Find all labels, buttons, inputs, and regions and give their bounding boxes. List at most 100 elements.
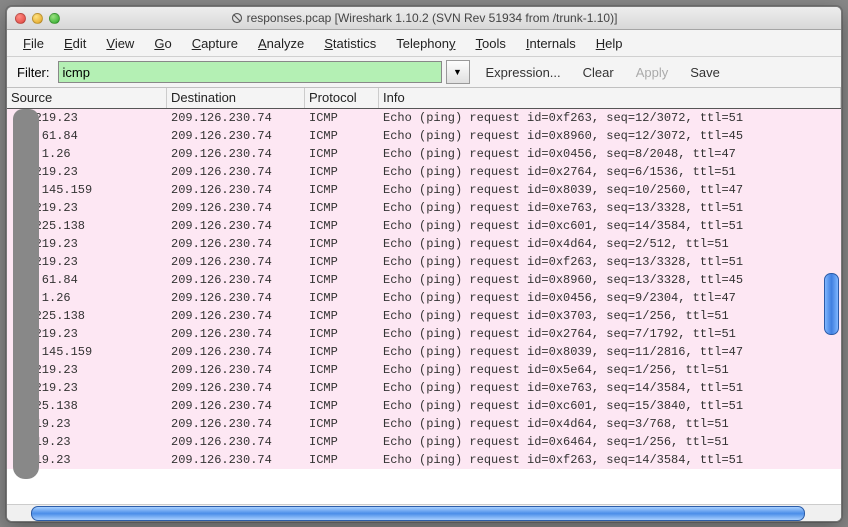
cell-destination: 209.126.230.74 — [167, 199, 305, 217]
cell-source: 47.225.138 — [9, 217, 167, 235]
horizontal-scrollbar[interactable] — [31, 506, 805, 521]
cell-protocol: ICMP — [305, 451, 379, 469]
menu-view[interactable]: View — [98, 33, 142, 54]
minimize-button[interactable] — [32, 13, 43, 24]
header-source[interactable]: Source — [7, 88, 167, 108]
cell-source: .88.1.26 — [9, 145, 167, 163]
cell-source: .3.219.23 — [9, 163, 167, 181]
cell-destination: 209.126.230.74 — [167, 307, 305, 325]
table-row[interactable]: 3.219.23209.126.230.74ICMPEcho (ping) re… — [7, 433, 841, 451]
cell-source: .3.219.23 — [9, 199, 167, 217]
traffic-lights — [15, 13, 60, 24]
menubar: File Edit View Go Capture Analyze Statis… — [7, 30, 841, 57]
table-row[interactable]: .3.219.23209.126.230.74ICMPEcho (ping) r… — [7, 325, 841, 343]
app-icon — [231, 12, 243, 24]
cell-destination: 209.126.230.74 — [167, 109, 305, 127]
table-row[interactable]: .3.219.23209.126.230.74ICMPEcho (ping) r… — [7, 379, 841, 397]
cell-protocol: ICMP — [305, 145, 379, 163]
cell-protocol: ICMP — [305, 127, 379, 145]
menu-tools[interactable]: Tools — [468, 33, 514, 54]
menu-help[interactable]: Help — [588, 33, 631, 54]
menu-go[interactable]: Go — [146, 33, 179, 54]
clear-button[interactable]: Clear — [577, 63, 620, 82]
cell-source: 3.219.23 — [9, 433, 167, 451]
table-row[interactable]: .3.219.23209.126.230.74ICMPEcho (ping) r… — [7, 253, 841, 271]
cell-destination: 209.126.230.74 — [167, 289, 305, 307]
cell-destination: 209.126.230.74 — [167, 217, 305, 235]
table-row[interactable]: 3.219.23209.126.230.74ICMPEcho (ping) re… — [7, 415, 841, 433]
table-row[interactable]: .3.219.23209.126.230.74ICMPEcho (ping) r… — [7, 163, 841, 181]
cell-protocol: ICMP — [305, 433, 379, 451]
table-row[interactable]: 47.225.138209.126.230.74ICMPEcho (ping) … — [7, 217, 841, 235]
filter-dropdown-button[interactable]: ▼ — [446, 60, 470, 84]
table-row[interactable]: 114.145.159209.126.230.74ICMPEcho (ping)… — [7, 181, 841, 199]
menu-analyze[interactable]: Analyze — [250, 33, 312, 54]
cell-source: .12.61.84 — [9, 127, 167, 145]
menu-statistics[interactable]: Statistics — [316, 33, 384, 54]
cell-info: Echo (ping) request id=0xf263, seq=13/33… — [379, 253, 841, 271]
expression-button[interactable]: Expression... — [480, 63, 567, 82]
close-button[interactable] — [15, 13, 26, 24]
cell-info: Echo (ping) request id=0xe763, seq=14/35… — [379, 379, 841, 397]
menu-internals[interactable]: Internals — [518, 33, 584, 54]
table-row[interactable]: .3.219.23209.126.230.74ICMPEcho (ping) r… — [7, 199, 841, 217]
menu-capture[interactable]: Capture — [184, 33, 246, 54]
menu-file[interactable]: File — [15, 33, 52, 54]
cell-protocol: ICMP — [305, 235, 379, 253]
menu-telephony[interactable]: Telephony — [388, 33, 463, 54]
menu-edit[interactable]: Edit — [56, 33, 94, 54]
header-destination[interactable]: Destination — [167, 88, 305, 108]
cell-info: Echo (ping) request id=0x0456, seq=8/204… — [379, 145, 841, 163]
cell-protocol: ICMP — [305, 379, 379, 397]
filter-input[interactable] — [58, 61, 442, 83]
cell-destination: 209.126.230.74 — [167, 127, 305, 145]
cell-protocol: ICMP — [305, 289, 379, 307]
cell-info: Echo (ping) request id=0xc601, seq=14/35… — [379, 217, 841, 235]
cell-info: Echo (ping) request id=0x0456, seq=9/230… — [379, 289, 841, 307]
table-row[interactable]: .12.61.84209.126.230.74ICMPEcho (ping) r… — [7, 271, 841, 289]
table-row[interactable]: .88.1.26209.126.230.74ICMPEcho (ping) re… — [7, 289, 841, 307]
filter-toolbar: Filter: ▼ Expression... Clear Apply Save — [7, 57, 841, 88]
table-row[interactable]: 7.225.138209.126.230.74ICMPEcho (ping) r… — [7, 397, 841, 415]
horizontal-scrollbar-track — [7, 504, 841, 521]
cell-info: Echo (ping) request id=0x8960, seq=12/30… — [379, 127, 841, 145]
cell-info: Echo (ping) request id=0x8039, seq=11/28… — [379, 343, 841, 361]
vertical-scrollbar[interactable] — [824, 273, 839, 335]
table-row[interactable]: .3.219.23209.126.230.74ICMPEcho (ping) r… — [7, 361, 841, 379]
table-row[interactable]: .3.219.23209.126.230.74ICMPEcho (ping) r… — [7, 109, 841, 127]
cell-source: .88.1.26 — [9, 289, 167, 307]
cell-destination: 209.126.230.74 — [167, 451, 305, 469]
cell-source: .3.219.23 — [9, 361, 167, 379]
cell-source: 114.145.159 — [9, 181, 167, 199]
titlebar: responses.pcap [Wireshark 1.10.2 (SVN Re… — [7, 7, 841, 30]
cell-info: Echo (ping) request id=0xc601, seq=15/38… — [379, 397, 841, 415]
cell-source: .12.61.84 — [9, 271, 167, 289]
cell-protocol: ICMP — [305, 307, 379, 325]
cell-protocol: ICMP — [305, 253, 379, 271]
cell-protocol: ICMP — [305, 199, 379, 217]
table-row[interactable]: 47.225.138209.126.230.74ICMPEcho (ping) … — [7, 307, 841, 325]
cell-protocol: ICMP — [305, 163, 379, 181]
table-row[interactable]: 114.145.159209.126.230.74ICMPEcho (ping)… — [7, 343, 841, 361]
table-row[interactable]: 3.219.23209.126.230.74ICMPEcho (ping) re… — [7, 451, 841, 469]
save-button[interactable]: Save — [684, 63, 726, 82]
cell-info: Echo (ping) request id=0xe763, seq=13/33… — [379, 199, 841, 217]
cell-protocol: ICMP — [305, 415, 379, 433]
cell-source: .3.219.23 — [9, 109, 167, 127]
table-row[interactable]: .3.219.23209.126.230.74ICMPEcho (ping) r… — [7, 235, 841, 253]
table-row[interactable]: .12.61.84209.126.230.74ICMPEcho (ping) r… — [7, 127, 841, 145]
header-info[interactable]: Info — [379, 88, 841, 108]
zoom-button[interactable] — [49, 13, 60, 24]
cell-destination: 209.126.230.74 — [167, 361, 305, 379]
rows-container: .3.219.23209.126.230.74ICMPEcho (ping) r… — [7, 109, 841, 504]
cell-source: .3.219.23 — [9, 379, 167, 397]
cell-source: .3.219.23 — [9, 235, 167, 253]
cell-source: 47.225.138 — [9, 307, 167, 325]
apply-button[interactable]: Apply — [630, 63, 675, 82]
cell-destination: 209.126.230.74 — [167, 325, 305, 343]
cell-destination: 209.126.230.74 — [167, 253, 305, 271]
table-row[interactable]: .88.1.26209.126.230.74ICMPEcho (ping) re… — [7, 145, 841, 163]
header-protocol[interactable]: Protocol — [305, 88, 379, 108]
filter-label: Filter: — [13, 65, 54, 80]
cell-source: 3.219.23 — [9, 415, 167, 433]
